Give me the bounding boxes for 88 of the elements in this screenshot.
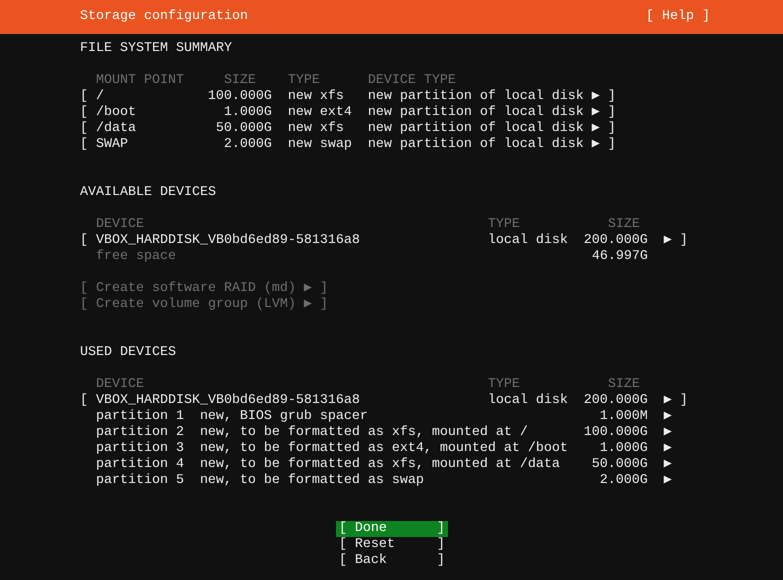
mount-point[interactable]: SWAP [96,137,176,153]
size-text: 100.000G [582,425,648,441]
submenu-arrow: ▶ [664,409,672,425]
partition-description: new, to be formatted as swap [200,473,425,489]
column-header: DEVICE [96,217,144,233]
size-text: 50.000G [590,457,648,473]
bracket: [ [80,393,88,409]
submenu-arrow: ▶ [664,425,672,441]
device-type-text: new partition of local disk [368,137,584,153]
partition-description: new, to be formatted as xfs, mounted at / [200,425,529,441]
size-text: 2.000G [598,473,648,489]
submenu-arrow: ▶ [664,441,672,457]
column-header: DEVICE TYPE [368,73,456,89]
submenu-arrow: ▶ [304,281,312,297]
partition-description: new, to be formatted as ext4, mounted at /boot [200,441,568,457]
bracket: ] [680,233,688,249]
type-text: local disk [488,233,568,249]
partition-name[interactable]: partition 3 [96,441,184,457]
mount-point[interactable]: / [96,89,176,105]
column-header: SIZE [608,217,640,233]
bracket: ] [608,121,616,137]
bracket: ] [680,393,688,409]
help-button[interactable]: [ Help ] [646,9,710,25]
device-name[interactable]: VBOX_HARDDISK_VB0bd6ed89-581316a8 [96,393,416,409]
size-text: 2.000G [222,137,272,153]
bracket: ] [608,89,616,105]
partition-description: new, BIOS grub spacer [200,409,369,425]
bracket: ] [608,137,616,153]
submenu-arrow: ▶ [592,137,600,153]
bracket: ] [608,105,616,121]
menu-button[interactable]: [ Done ] [336,521,448,537]
column-header: TYPE [288,73,320,89]
submenu-arrow: ▶ [664,393,672,409]
bracket: [ [80,121,88,137]
submenu-arrow: ▶ [592,89,600,105]
size-text: 200.000G [582,393,648,409]
size-text: 200.000G [582,233,648,249]
partition-name[interactable]: partition 5 [96,473,184,489]
section-heading: FILE SYSTEM SUMMARY [80,41,232,57]
column-header: SIZE [224,73,256,89]
screen-title: Storage configuration [80,9,248,25]
column-header: TYPE [488,377,520,393]
partition-description: new, to be formatted as xfs, mounted at /data [200,457,561,473]
device-type-text: new partition of local disk [368,89,584,105]
size-text: 1.000G [222,105,272,121]
submenu-arrow: ▶ [664,457,672,473]
partition-name[interactable]: partition 2 [96,425,184,441]
bracket: [ [80,297,88,313]
bracket: [ [80,105,88,121]
size-text: 50.000G [214,121,272,137]
column-header: DEVICE [96,377,144,393]
menu-action: Create software RAID (md) [96,281,296,297]
type-text: new swap [288,137,353,153]
size-text: 46.997G [590,249,648,265]
size-text: 100.000G [206,89,272,105]
submenu-arrow: ▶ [592,105,600,121]
type-text: new ext4 [288,105,353,121]
column-header: TYPE [488,217,520,233]
bracket: ] [320,297,328,313]
bracket: ] [320,281,328,297]
mount-point[interactable]: /data [96,121,176,137]
mount-point[interactable]: /boot [96,105,176,121]
device-type-text: new partition of local disk [368,121,584,137]
submenu-arrow: ▶ [664,473,672,489]
type-text: new xfs [288,89,345,105]
size-text: 1.000M [598,409,648,425]
bracket: [ [80,233,88,249]
submenu-arrow: ▶ [304,297,312,313]
type-text: local disk [488,393,568,409]
section-heading: USED DEVICES [80,345,176,361]
bracket: [ [80,89,88,105]
device-name[interactable]: VBOX_HARDDISK_VB0bd6ed89-581316a8 [96,233,416,249]
column-header: MOUNT POINT [96,73,184,89]
size-text: 1.000G [598,441,648,457]
menu-button[interactable]: [ Reset ] [336,537,448,553]
section-heading: AVAILABLE DEVICES [80,185,216,201]
device-type-text: new partition of local disk [368,105,584,121]
bracket: [ [80,281,88,297]
column-header: SIZE [608,377,640,393]
bracket: [ [80,137,88,153]
type-text: new xfs [288,121,345,137]
menu-button[interactable]: [ Back ] [336,553,448,569]
submenu-arrow: ▶ [592,121,600,137]
submenu-arrow: ▶ [664,233,672,249]
free-space-label: free space [96,249,177,265]
menu-action: Create volume group (LVM) [96,297,296,313]
partition-name[interactable]: partition 4 [96,457,184,473]
partition-name[interactable]: partition 1 [96,409,184,425]
